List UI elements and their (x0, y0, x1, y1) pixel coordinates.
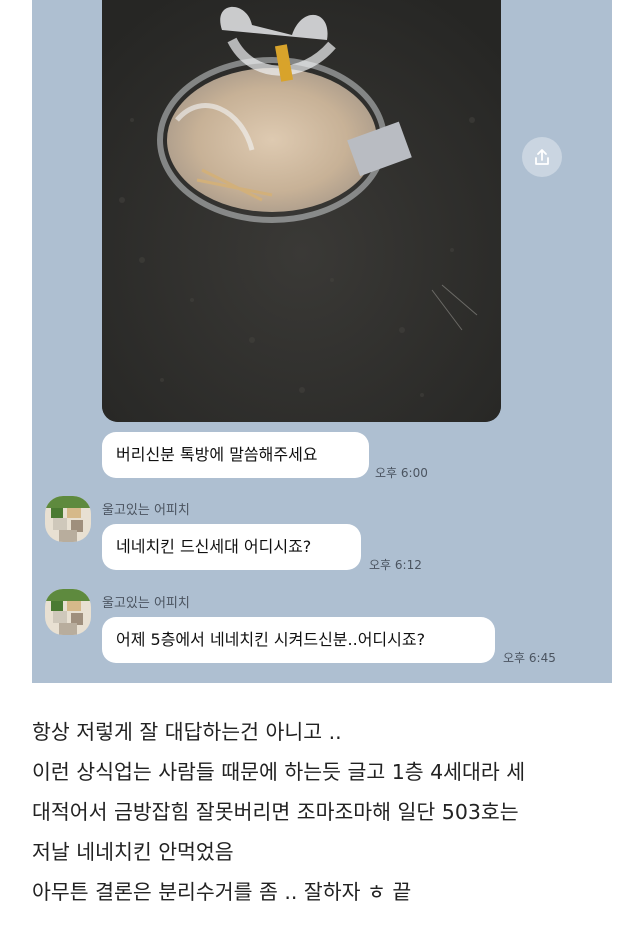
message-text: 어제 5층에서 네네치킨 시켜드신분..어디시죠? (116, 630, 426, 649)
message-time: 오후 6:00 (375, 466, 428, 480)
share-button[interactable] (522, 137, 562, 177)
message-text: 버리신분 톡방에 말씀해주세요 (116, 445, 318, 464)
post-line: 대적어서 금방잡힘 잘못버리면 조마조마해 일단 503호는 (32, 800, 519, 824)
avatar[interactable] (45, 496, 91, 542)
message-time: 오후 6:45 (503, 651, 556, 665)
chat-area: 버리신분 톡방에 말씀해주세요 오후 6:00 울고있는 어피치 네네치킨 드신… (32, 0, 612, 683)
sender-name: 울고있는 어피치 (102, 596, 190, 611)
message-bubble[interactable]: 네네치킨 드신세대 어디시죠? (102, 524, 361, 570)
post-line: 아무튼 결론은 분리수거를 좀 .. 잘하자 ㅎ 끝 (32, 880, 412, 904)
post-line: 이런 상식업는 사람들 때문에 하는듯 글고 1층 4세대라 세 (32, 760, 526, 784)
trash-bag-photo[interactable] (102, 0, 501, 422)
message-text: 네네치킨 드신세대 어디시죠? (116, 537, 312, 556)
message-time: 오후 6:12 (369, 558, 422, 572)
post-line: 항상 저렇게 잘 대답하는건 아니고 .. (32, 720, 342, 744)
post-line: 저날 네네치킨 안먹었음 (32, 840, 234, 864)
share-icon (535, 149, 549, 165)
sender-name: 울고있는 어피치 (102, 503, 190, 518)
message-bubble[interactable]: 버리신분 톡방에 말씀해주세요 (102, 432, 369, 478)
avatar[interactable] (45, 589, 91, 635)
post-body: 항상 저렇게 잘 대답하는건 아니고 .. 이런 상식업는 사람들 때문에 하는… (32, 712, 612, 912)
message-bubble[interactable]: 어제 5층에서 네네치킨 시켜드신분..어디시죠? (102, 617, 495, 663)
